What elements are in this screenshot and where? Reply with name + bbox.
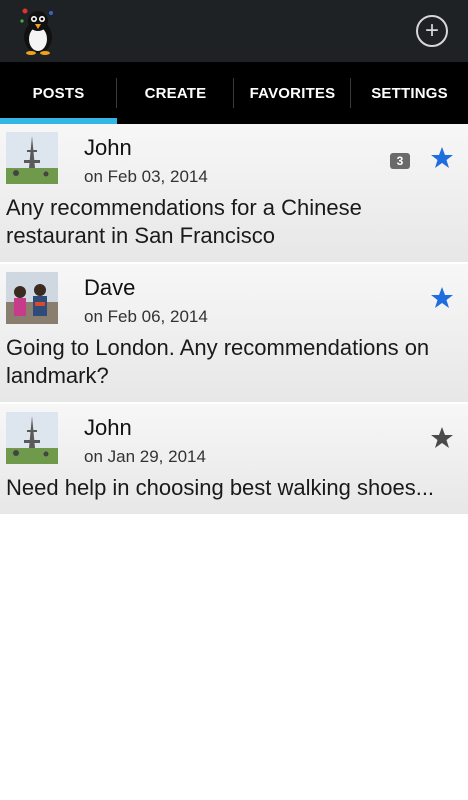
tab-posts-label: POSTS <box>32 84 85 102</box>
plus-circle-icon: + <box>424 17 439 44</box>
tab-favorites-label: FAVORITES <box>249 84 336 102</box>
tab-create[interactable]: CREATE <box>117 62 234 124</box>
post-card[interactable]: John on Feb 03, 2014 3 Any recommendatio… <box>0 124 468 264</box>
post-card[interactable]: John on Jan 29, 2014 Need help in choosi… <box>0 404 468 516</box>
post-header: John on Jan 29, 2014 <box>0 404 468 472</box>
post-card[interactable]: Dave on Feb 06, 2014 Going to London. An… <box>0 264 468 404</box>
post-text: Any recommendations for a Chinese restau… <box>6 195 362 248</box>
star-icon[interactable] <box>430 146 454 170</box>
star-icon[interactable] <box>430 426 454 450</box>
tab-favorites[interactable]: FAVORITES <box>234 62 351 124</box>
post-author: John <box>84 135 132 160</box>
post-author: John <box>84 415 132 440</box>
avatar[interactable] <box>6 272 58 324</box>
post-date: on Jan 29, 2014 <box>84 447 206 466</box>
post-text: Need help in choosing best walking shoes… <box>6 475 435 500</box>
tab-settings[interactable]: SETTINGS <box>351 62 468 124</box>
penguin-logo-icon[interactable] <box>20 7 56 55</box>
tab-settings-label: SETTINGS <box>371 84 448 102</box>
action-bar: + <box>0 0 468 62</box>
add-post-button[interactable]: + <box>416 15 448 47</box>
post-date: on Feb 06, 2014 <box>84 307 208 326</box>
avatar[interactable] <box>6 412 58 464</box>
tab-posts[interactable]: POSTS <box>0 62 117 124</box>
tab-create-label: CREATE <box>144 84 207 102</box>
post-author: Dave <box>84 275 136 300</box>
star-icon[interactable] <box>430 286 454 310</box>
post-header: Dave on Feb 06, 2014 <box>0 264 468 332</box>
comment-count-badge: 3 <box>390 153 410 169</box>
avatar[interactable] <box>6 132 58 184</box>
post-date: on Feb 03, 2014 <box>84 167 208 186</box>
post-header: John on Feb 03, 2014 3 <box>0 124 468 192</box>
post-text: Going to London. Any recommendations on … <box>6 335 430 388</box>
tab-bar: POSTS CREATE FAVORITES SETTINGS <box>0 62 468 124</box>
